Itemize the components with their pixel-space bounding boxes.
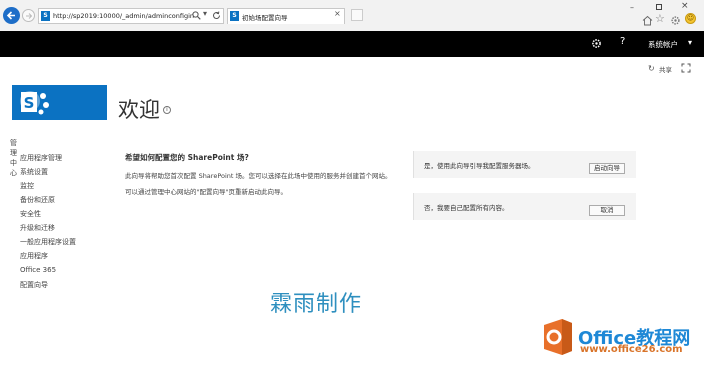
ql-item-office-365[interactable]: Office 365 — [20, 266, 56, 274]
restore-icon[interactable] — [656, 4, 662, 10]
arrow-left-icon — [6, 11, 15, 20]
home-icon[interactable] — [642, 15, 653, 26]
wizard-question: 希望如何配置您的 SharePoint 场? — [125, 153, 249, 162]
ql-item-monitoring[interactable]: 监控 — [20, 181, 34, 191]
ql-item-upgrade-migration[interactable]: 升级和迁移 — [20, 223, 55, 233]
watermark-text: 霖雨制作 — [270, 292, 363, 317]
help-icon[interactable]: ? — [620, 36, 625, 47]
search-icon[interactable] — [192, 11, 201, 20]
option-manual-config: 否，我要自己配置所有内容。 取消 — [413, 193, 636, 220]
back-button[interactable] — [3, 7, 20, 24]
gear-icon[interactable] — [670, 15, 681, 26]
office-logo-icon — [544, 319, 572, 355]
wizard-description: 此向导将帮助您首次配置 SharePoint 场。您可以选择在此场中使用的服务并… — [125, 172, 392, 180]
ql-item-backup-restore[interactable]: 备份和还原 — [20, 195, 55, 205]
sharepoint-logo[interactable]: S — [12, 85, 107, 120]
sharepoint-favicon-icon: S — [230, 11, 239, 21]
svg-text:S: S — [24, 94, 35, 112]
smiley-feedback-icon[interactable]: ☺ — [685, 13, 696, 24]
ql-item-apps[interactable]: 应用程序 — [20, 251, 48, 261]
ql-item-system-settings[interactable]: 系统设置 — [20, 167, 48, 177]
sharepoint-favicon-icon: S — [41, 11, 50, 21]
new-tab-button[interactable] — [351, 9, 363, 21]
office-site-url: www.office26.com — [580, 344, 683, 355]
forward-button[interactable] — [22, 9, 35, 22]
tab-title: 初始场配置向导 — [242, 14, 288, 22]
ql-item-security[interactable]: 安全性 — [20, 209, 41, 219]
dropdown-arrow-icon[interactable]: ▾ — [203, 9, 207, 18]
option-manual-text: 否，我要自己配置所有内容。 — [424, 204, 509, 212]
minimize-icon[interactable]: – — [630, 3, 634, 12]
arrow-right-icon — [25, 12, 32, 19]
tab-active[interactable]: S 初始场配置向导 — [227, 8, 345, 24]
start-wizard-button[interactable]: 启动向导 — [589, 163, 625, 174]
chevron-down-icon[interactable]: ▾ — [688, 38, 692, 47]
share-button[interactable]: 共享 — [659, 64, 672, 74]
account-menu[interactable]: 系统帐户 — [648, 39, 678, 50]
close-window-icon[interactable]: × — [681, 1, 689, 11]
cancel-button[interactable]: 取消 — [589, 205, 625, 216]
ql-item-general-app-settings[interactable]: 一般应用程序设置 — [20, 237, 76, 247]
refresh-icon[interactable] — [212, 11, 221, 20]
option-start-text: 是，使用此向导引导我配置服务器场。 — [424, 162, 535, 170]
info-icon[interactable]: i — [163, 106, 171, 114]
favorites-star-icon[interactable]: ☆ — [655, 12, 665, 25]
focus-mode-icon[interactable] — [681, 63, 691, 73]
url-text: http://sp2019:10000/_admin/adminconfigin — [53, 12, 195, 20]
share-icon: ↻ — [648, 64, 655, 73]
quick-launch-heading[interactable]: 管理中心 — [10, 138, 17, 178]
suite-bar: ? 系统帐户 ▾ — [0, 31, 704, 57]
browser-chrome: S http://sp2019:10000/_admin/adminconfig… — [0, 0, 704, 32]
option-start-wizard: 是，使用此向导引导我配置服务器场。 启动向导 — [413, 151, 636, 178]
ql-item-configuration-wizards[interactable]: 配置向导 — [20, 280, 48, 290]
page-title: 欢迎 — [118, 98, 160, 122]
settings-gear-icon[interactable] — [591, 38, 602, 49]
wizard-restart-note: 可以通过管理中心网站的"配置向导"页重新启动此向导。 — [125, 188, 287, 196]
ql-item-application-management[interactable]: 应用程序管理 — [20, 153, 62, 163]
close-tab-icon[interactable]: × — [334, 9, 341, 18]
sharepoint-s-icon: S — [20, 91, 49, 115]
